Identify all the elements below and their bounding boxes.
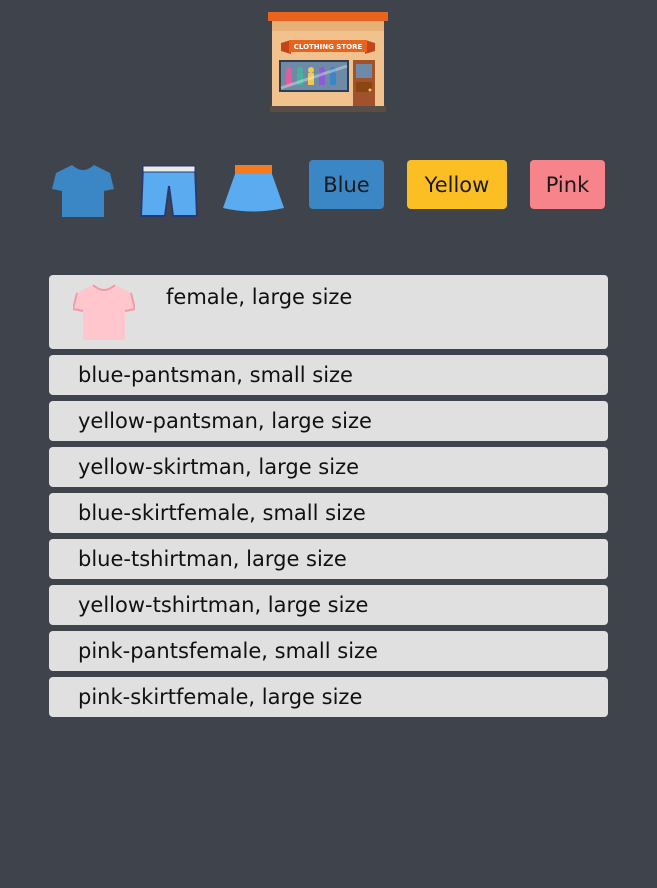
clothing-store-icon: CLOTHING STORE (268, 12, 388, 112)
yellow-filter-button[interactable]: Yellow (407, 160, 507, 209)
product-card-featured[interactable]: female, large size (49, 275, 608, 349)
product-card-label: female, large size (166, 285, 353, 309)
product-row-label: blue-pantsman, small size (78, 363, 353, 387)
tshirt-icon[interactable] (52, 163, 114, 219)
product-row-label: yellow-pantsman, large size (78, 409, 372, 433)
store-sign-text: CLOTHING STORE (294, 43, 363, 51)
pants-icon[interactable] (139, 164, 199, 219)
product-row[interactable]: pink-pantsfemale, small size (49, 631, 608, 671)
product-list: female, large size blue-pantsman, small … (49, 275, 608, 723)
product-row[interactable]: blue-pantsman, small size (49, 355, 608, 395)
product-row-label: pink-pantsfemale, small size (78, 639, 378, 663)
product-row[interactable]: yellow-skirtman, large size (49, 447, 608, 487)
product-row-label: blue-tshirtman, large size (78, 547, 347, 571)
product-row-label: blue-skirtfemale, small size (78, 501, 366, 525)
product-row[interactable]: yellow-tshirtman, large size (49, 585, 608, 625)
product-row-label: pink-skirtfemale, large size (78, 685, 363, 709)
product-row[interactable]: yellow-pantsman, large size (49, 401, 608, 441)
product-row-label: yellow-skirtman, large size (78, 455, 360, 479)
blue-filter-button[interactable]: Blue (309, 160, 384, 209)
product-row[interactable]: blue-tshirtman, large size (49, 539, 608, 579)
pink-filter-button[interactable]: Pink (530, 160, 605, 209)
product-row[interactable]: pink-skirtfemale, large size (49, 677, 608, 717)
product-row[interactable]: blue-skirtfemale, small size (49, 493, 608, 533)
skirt-icon[interactable] (222, 165, 285, 214)
pink-tshirt-icon (73, 284, 135, 340)
product-row-label: yellow-tshirtman, large size (78, 593, 369, 617)
